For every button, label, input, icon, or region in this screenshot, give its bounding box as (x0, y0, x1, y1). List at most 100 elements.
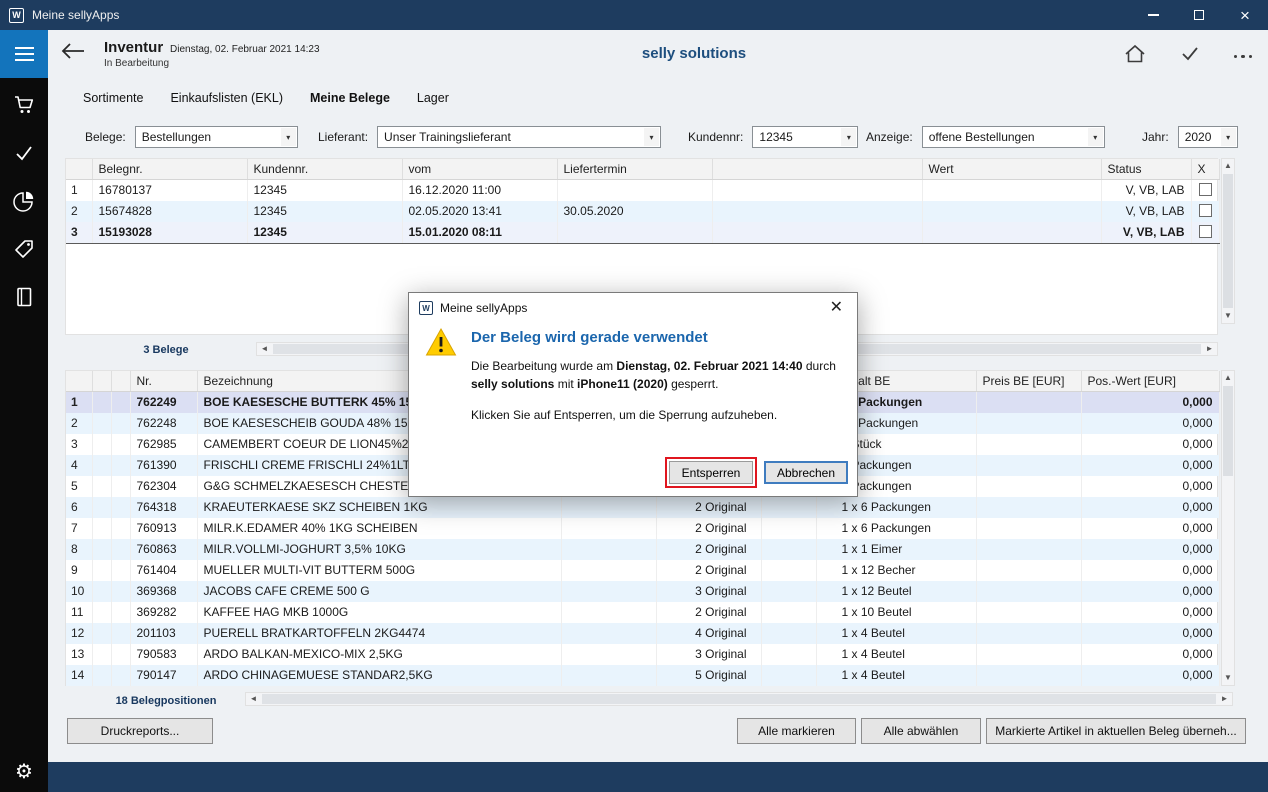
scroll-up-icon[interactable]: ▲ (1222, 371, 1234, 385)
marker-cell (111, 623, 130, 644)
lieferant-dropdown[interactable]: Unser Trainingslieferant ▾ (377, 126, 661, 148)
position-row[interactable]: 11369282KAFFEE HAG MKB 1000G2 Original1 … (66, 602, 1219, 623)
tab-lager[interactable]: Lager (417, 91, 449, 105)
menge-cell: 4 Original (656, 623, 761, 644)
positions-count: 18 Belegpositionen (92, 695, 240, 707)
order-row[interactable]: 1167801371234516.12.2020 11:00V, VB, LAB (66, 179, 1219, 201)
artikelnr-cell: 762304 (130, 476, 197, 497)
row-checkbox[interactable] (1199, 183, 1212, 196)
position-row[interactable]: 10369368JACOBS CAFE CREME 500 G3 Origina… (66, 581, 1219, 602)
position-row[interactable]: 6764318KRAEUTERKAESE SKZ SCHEIBEN 1KG2 O… (66, 497, 1219, 518)
scrollbar-thumb[interactable] (1223, 386, 1233, 476)
scroll-right-icon[interactable]: ► (1202, 343, 1217, 355)
poswert-cell: 0,000 (1081, 434, 1219, 455)
catalog-icon[interactable] (0, 282, 48, 312)
druckreports-button[interactable]: Druckreports... (67, 718, 213, 744)
col-status[interactable]: Status (1101, 159, 1191, 179)
scroll-up-icon[interactable]: ▲ (1222, 159, 1234, 173)
position-row[interactable]: 8760863MILR.VOLLMI-JOGHURT 3,5% 10KG2 Or… (66, 539, 1219, 560)
confirm-check-icon[interactable] (1179, 44, 1201, 69)
pie-chart-icon[interactable] (0, 186, 48, 216)
warning-icon (425, 327, 457, 424)
scrollbar-thumb[interactable] (262, 694, 1216, 704)
position-row[interactable]: 13790583ARDO BALKAN-MEXICO-MIX 2,5KG3 Or… (66, 644, 1219, 665)
spacer-cell (561, 644, 656, 665)
artikelnr-cell: 764318 (130, 497, 197, 518)
belege-dropdown[interactable]: Bestellungen ▾ (135, 126, 298, 148)
col-x[interactable]: X (1191, 159, 1219, 179)
abbrechen-button[interactable]: Abbrechen (764, 461, 848, 484)
bezeichnung-cell: KRAEUTERKAESE SKZ SCHEIBEN 1KG (197, 497, 561, 518)
position-row[interactable]: 9761404MUELLER MULTI-VIT BUTTERM 500G2 O… (66, 560, 1219, 581)
dropdown-value: 2020 (1185, 130, 1212, 144)
maximize-button[interactable] (1176, 0, 1222, 30)
scroll-down-icon[interactable]: ▼ (1222, 309, 1234, 323)
row-number: 14 (66, 665, 92, 686)
poswert-cell: 0,000 (1081, 623, 1219, 644)
col-kundennr[interactable]: Kundennr. (247, 159, 402, 179)
menge-cell: 2 Original (656, 497, 761, 518)
alle-abwaehlen-button[interactable]: Alle abwählen (861, 718, 981, 744)
home-icon[interactable] (1124, 44, 1146, 69)
scroll-right-icon[interactable]: ► (1217, 693, 1232, 705)
tab-meine-belege[interactable]: Meine Belege (310, 91, 390, 105)
col-belegnr[interactable]: Belegnr. (92, 159, 247, 179)
kundennr-dropdown[interactable]: 12345 ▾ (752, 126, 858, 148)
positions-vertical-scrollbar[interactable]: ▲ ▼ (1221, 370, 1235, 686)
jahr-dropdown[interactable]: 2020 ▾ (1178, 126, 1238, 148)
scrollbar-thumb[interactable] (1223, 174, 1233, 308)
artikelnr-cell: 760913 (130, 518, 197, 539)
marker-cell (92, 539, 111, 560)
col-preis[interactable]: Preis BE [EUR] (976, 371, 1081, 391)
order-row[interactable]: 2156748281234502.05.2020 13:4130.05.2020… (66, 201, 1219, 222)
settings-gear-icon[interactable]: ⚙ (0, 757, 48, 787)
col-vom[interactable]: vom (402, 159, 557, 179)
filter-label: Anzeige: (866, 130, 913, 144)
tasks-check-icon[interactable] (0, 138, 48, 168)
orders-vertical-scrollbar[interactable]: ▲ ▼ (1221, 158, 1235, 324)
row-checkbox[interactable] (1199, 225, 1212, 238)
scroll-down-icon[interactable]: ▼ (1222, 671, 1234, 685)
col-liefertermin[interactable]: Liefertermin (557, 159, 712, 179)
alle-markieren-button[interactable]: Alle markieren (737, 718, 856, 744)
close-icon[interactable]: ✕ (826, 298, 847, 318)
col-wert[interactable]: Wert (922, 159, 1101, 179)
col-poswert[interactable]: Pos.-Wert [EUR] (1081, 371, 1219, 391)
back-button[interactable] (60, 42, 86, 65)
anzeige-dropdown[interactable]: offene Bestellungen ▾ (922, 126, 1105, 148)
spacer-cell (761, 518, 816, 539)
inhalt-cell: 1 x 4 Beutel (816, 623, 976, 644)
position-row[interactable]: 7760913MILR.K.EDAMER 40% 1KG SCHEIBEN2 O… (66, 518, 1219, 539)
scroll-left-icon[interactable]: ◄ (257, 343, 272, 355)
uebernehmen-button[interactable]: Markierte Artikel in aktuellen Beleg übe… (986, 718, 1246, 744)
marker-cell (92, 455, 111, 476)
tab-sortimente[interactable]: Sortimente (83, 91, 143, 105)
col-spacer (712, 159, 922, 179)
dialog-heading: Der Beleg wird gerade verwendet (471, 329, 843, 346)
row-checkbox[interactable] (1199, 204, 1212, 217)
more-options-icon[interactable] (1234, 55, 1253, 59)
positions-horizontal-scrollbar[interactable]: ◄ ► (245, 692, 1233, 706)
tag-icon[interactable] (0, 234, 48, 264)
position-row[interactable]: 12201103PUERELL BRATKARTOFFELN 2KG44744 … (66, 623, 1219, 644)
marker-cell (111, 391, 130, 413)
poswert-cell: 0,000 (1081, 581, 1219, 602)
poswert-cell: 0,000 (1081, 560, 1219, 581)
col-nr[interactable]: Nr. (130, 371, 197, 391)
close-button[interactable]: × (1222, 0, 1268, 30)
sidebar: ⚙ (0, 30, 48, 792)
position-row[interactable]: 14790147ARDO CHINAGEMUESE STANDAR2,5KG5 … (66, 665, 1219, 686)
row-number: 10 (66, 581, 92, 602)
scroll-left-icon[interactable]: ◄ (246, 693, 261, 705)
vom-cell: 15.01.2020 08:11 (402, 222, 557, 244)
tab-einkaufslisten[interactable]: Einkaufslisten (EKL) (170, 91, 283, 105)
menu-icon[interactable] (0, 30, 48, 78)
marker-cell (111, 476, 130, 497)
cart-icon[interactable] (0, 90, 48, 120)
bezeichnung-cell: ARDO BALKAN-MEXICO-MIX 2,5KG (197, 644, 561, 665)
order-row[interactable]: 3151930281234515.01.2020 08:11V, VB, LAB (66, 222, 1219, 244)
vom-cell: 02.05.2020 13:41 (402, 201, 557, 222)
preis-cell (976, 623, 1081, 644)
minimize-button[interactable] (1130, 0, 1176, 30)
entsperren-button[interactable]: Entsperren (669, 461, 753, 484)
